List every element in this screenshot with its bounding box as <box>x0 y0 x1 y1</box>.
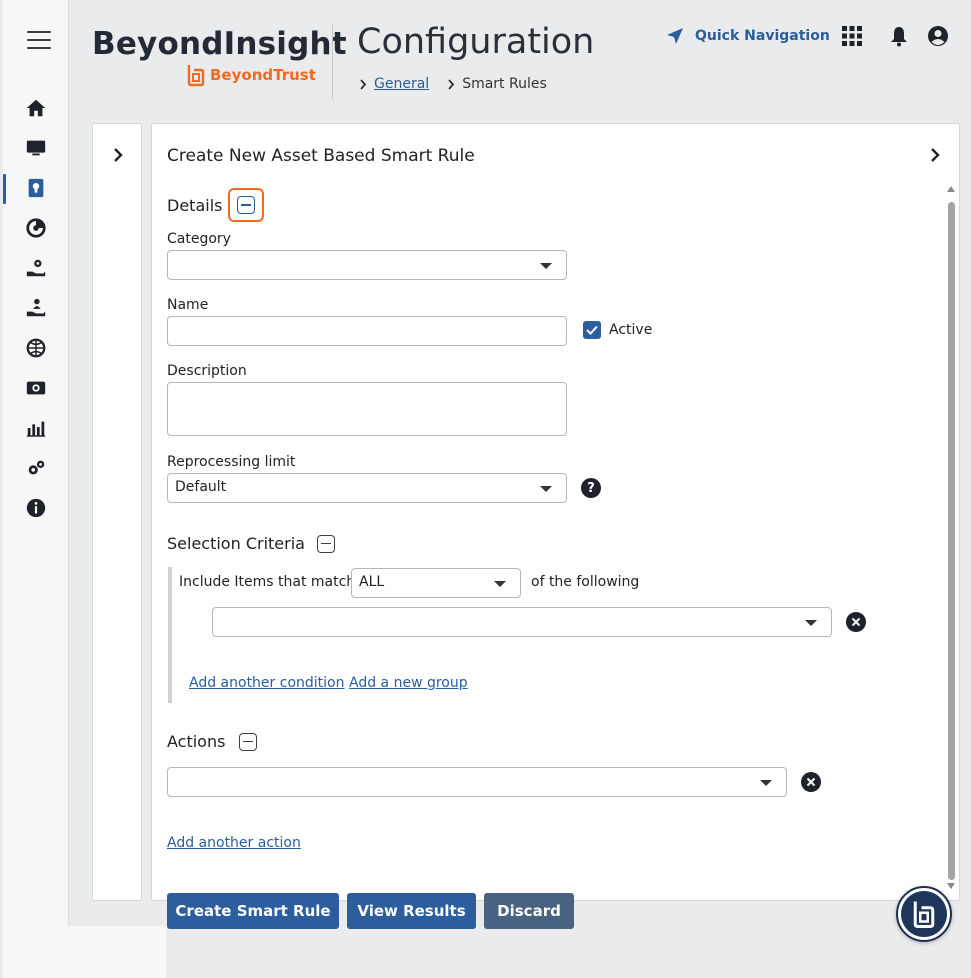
condition-select[interactable] <box>212 607 832 637</box>
reprocessing-limit-select[interactable]: Default <box>167 473 567 503</box>
location-arrow-icon <box>667 28 683 44</box>
selection-criteria-heading: Selection Criteria <box>167 534 305 553</box>
breadcrumb-general-link[interactable]: General <box>374 76 429 92</box>
details-heading: Details <box>167 195 223 215</box>
page-title: Configuration <box>357 22 595 62</box>
nav-footer <box>3 926 166 978</box>
vault-icon[interactable] <box>23 375 49 401</box>
brand-title: BeyondInsight <box>92 26 347 62</box>
hand-user-icon[interactable] <box>23 295 49 321</box>
info-icon[interactable] <box>23 495 49 521</box>
actions-section-header: Actions <box>167 732 258 751</box>
left-navigation <box>3 0 69 926</box>
chevron-down-icon <box>760 780 772 786</box>
beyondtrust-logo-icon <box>187 65 205 87</box>
minus-icon <box>237 196 256 214</box>
chevron-down-icon <box>805 620 817 626</box>
nav-active-indicator <box>3 174 6 204</box>
action-select[interactable] <box>167 767 787 797</box>
include-items-label: Include Items that match <box>179 574 356 590</box>
details-section-header: Details <box>167 188 265 222</box>
of-the-following-label: of the following <box>531 574 640 590</box>
expand-panel-chevron-icon[interactable] <box>112 147 124 163</box>
quick-navigation-label: Quick Navigation <box>695 28 830 44</box>
assistant-button[interactable] <box>896 886 952 942</box>
breadcrumb-current: Smart Rules <box>462 76 547 92</box>
match-type-select[interactable]: ALL <box>351 568 521 598</box>
smart-rules-icon[interactable] <box>23 175 49 201</box>
add-new-group-link[interactable]: Add a new group <box>349 675 468 691</box>
checkmark-icon <box>586 325 598 335</box>
actions-heading: Actions <box>167 732 226 751</box>
analytics-icon[interactable] <box>23 215 49 241</box>
page-header: BeyondInsight BeyondTrust Configuration … <box>69 0 971 108</box>
monitor-icon[interactable] <box>23 135 49 161</box>
actions-collapse-button[interactable] <box>239 732 258 751</box>
apps-grid-icon[interactable] <box>840 24 864 48</box>
chevron-right-icon <box>360 78 367 90</box>
globe-icon[interactable] <box>23 335 49 361</box>
name-input[interactable] <box>167 316 567 346</box>
chevron-down-icon <box>494 581 506 587</box>
category-select[interactable] <box>167 250 567 280</box>
form-scrollbar[interactable] <box>947 182 956 892</box>
description-textarea[interactable] <box>167 382 567 436</box>
add-another-action-link[interactable]: Add another action <box>167 835 301 851</box>
chevron-right-icon <box>448 78 455 90</box>
details-collapse-button[interactable] <box>228 188 265 222</box>
selection-criteria-section-header: Selection Criteria <box>167 534 335 553</box>
help-icon[interactable]: ? <box>581 478 601 498</box>
brand-logo[interactable]: BeyondTrust <box>186 63 316 87</box>
chevron-down-icon <box>540 263 552 269</box>
hand-gear-icon[interactable] <box>23 255 49 281</box>
create-smart-rule-button[interactable]: Create Smart Rule <box>167 893 339 929</box>
collapsed-side-panel <box>92 123 142 901</box>
home-icon[interactable] <box>23 95 49 121</box>
user-account-icon[interactable] <box>926 24 950 48</box>
description-label: Description <box>167 363 247 379</box>
collapse-panel-chevron-icon[interactable] <box>929 147 941 163</box>
selection-criteria-collapse-button[interactable] <box>316 534 335 553</box>
brand-subtitle: BeyondTrust <box>210 66 316 84</box>
menu-icon[interactable] <box>27 31 51 49</box>
add-another-condition-link[interactable]: Add another condition <box>189 675 344 691</box>
discard-button[interactable]: Discard <box>484 893 574 929</box>
beyondtrust-assistant-icon <box>901 891 947 937</box>
remove-condition-icon[interactable] <box>846 612 866 632</box>
settings-gears-icon[interactable] <box>23 455 49 481</box>
smart-rule-form-panel: Create New Asset Based Smart Rule Detail… <box>151 123 960 901</box>
chevron-down-icon <box>540 486 552 492</box>
active-label: Active <box>609 322 653 338</box>
breadcrumb: General Smart Rules <box>359 76 547 92</box>
reprocessing-limit-label: Reprocessing limit <box>167 454 296 470</box>
header-divider <box>332 25 333 99</box>
reports-chart-icon[interactable] <box>23 415 49 441</box>
bell-icon[interactable] <box>887 24 911 48</box>
scrollbar-thumb[interactable] <box>948 202 955 880</box>
reprocessing-limit-value: Default <box>175 479 227 495</box>
category-label: Category <box>167 231 231 247</box>
match-type-value: ALL <box>359 574 385 590</box>
view-results-button[interactable]: View Results <box>347 893 476 929</box>
name-label: Name <box>167 297 209 313</box>
scroll-down-icon[interactable] <box>947 883 955 889</box>
remove-action-icon[interactable] <box>801 772 821 792</box>
quick-navigation-button[interactable]: Quick Navigation <box>665 26 830 46</box>
scroll-up-icon[interactable] <box>947 186 955 192</box>
active-checkbox[interactable] <box>583 321 601 339</box>
form-title: Create New Asset Based Smart Rule <box>167 146 475 166</box>
